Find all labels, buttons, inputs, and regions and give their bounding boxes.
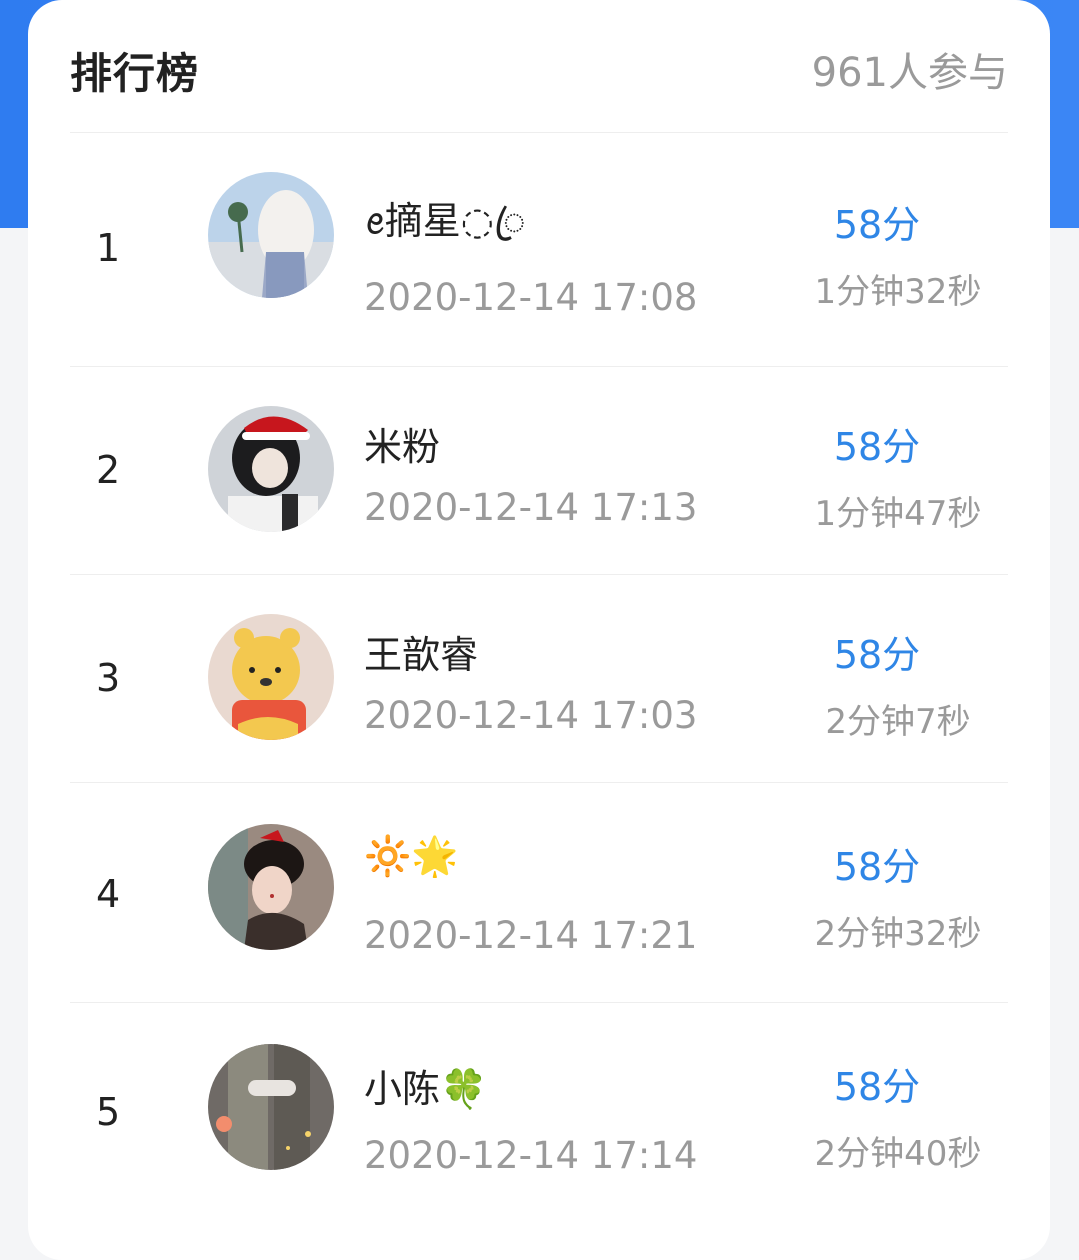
- duration: 2分钟40秒: [814, 1134, 982, 1174]
- rank-number: 2: [96, 448, 121, 492]
- leaderboard-header: 排行榜 961人参与: [70, 0, 1008, 133]
- participant-count: 961人参与: [811, 50, 1008, 96]
- score: 58分: [833, 633, 921, 677]
- rank-number: 3: [96, 656, 121, 700]
- avatar[interactable]: [208, 614, 334, 740]
- leaderboard-row[interactable]: 1 ꫀ摘星◌ꦿ 2020-12-14 17:08 58分 1分钟32秒: [70, 132, 1008, 367]
- leaderboard-card: 排行榜 961人参与 1 ꫀ摘星◌ꦿ 2020-12-14 17:08 58分 …: [28, 0, 1050, 1260]
- score: 58分: [833, 1065, 921, 1109]
- duration: 1分钟47秒: [814, 494, 982, 534]
- submit-time: 2020-12-14 17:08: [364, 276, 698, 319]
- leaderboard-row[interactable]: 3 王歆睿 2020-12-14 17:03 58分 2分钟7秒: [70, 574, 1008, 783]
- duration: 2分钟7秒: [825, 702, 971, 742]
- score: 58分: [833, 425, 921, 469]
- avatar[interactable]: [208, 1044, 334, 1170]
- submit-time: 2020-12-14 17:13: [364, 486, 698, 529]
- user-name: 王歆睿: [364, 633, 479, 677]
- duration: 2分钟32秒: [814, 914, 982, 954]
- leaderboard-title: 排行榜: [70, 49, 200, 98]
- submit-time: 2020-12-14 17:14: [364, 1134, 698, 1177]
- score: 58分: [833, 203, 921, 247]
- duration: 1分钟32秒: [814, 272, 982, 312]
- submit-time: 2020-12-14 17:21: [364, 914, 698, 957]
- rank-number: 5: [96, 1090, 121, 1134]
- user-name: 🔆🌟: [364, 834, 459, 878]
- user-name: 小陈🍀: [364, 1067, 488, 1111]
- user-name: 米粉: [364, 425, 441, 469]
- leaderboard-row[interactable]: 2 米粉 2020-12-14 17:13 58分 1分钟47秒: [70, 366, 1008, 575]
- leaderboard-row[interactable]: 5 小陈🍀 2020-12-14 17:14 58分 2分钟40秒: [70, 1002, 1008, 1218]
- rank-number: 4: [96, 872, 121, 916]
- user-name: ꫀ摘星◌ꦿ: [364, 199, 526, 243]
- avatar[interactable]: [208, 824, 334, 950]
- submit-time: 2020-12-14 17:03: [364, 694, 698, 737]
- leaderboard-row[interactable]: 4 🔆🌟 2020-12-14 17:21 58分 2分钟32秒: [70, 782, 1008, 1003]
- avatar[interactable]: [208, 172, 334, 298]
- score: 58分: [833, 845, 921, 889]
- rank-number: 1: [96, 226, 121, 270]
- avatar[interactable]: [208, 406, 334, 532]
